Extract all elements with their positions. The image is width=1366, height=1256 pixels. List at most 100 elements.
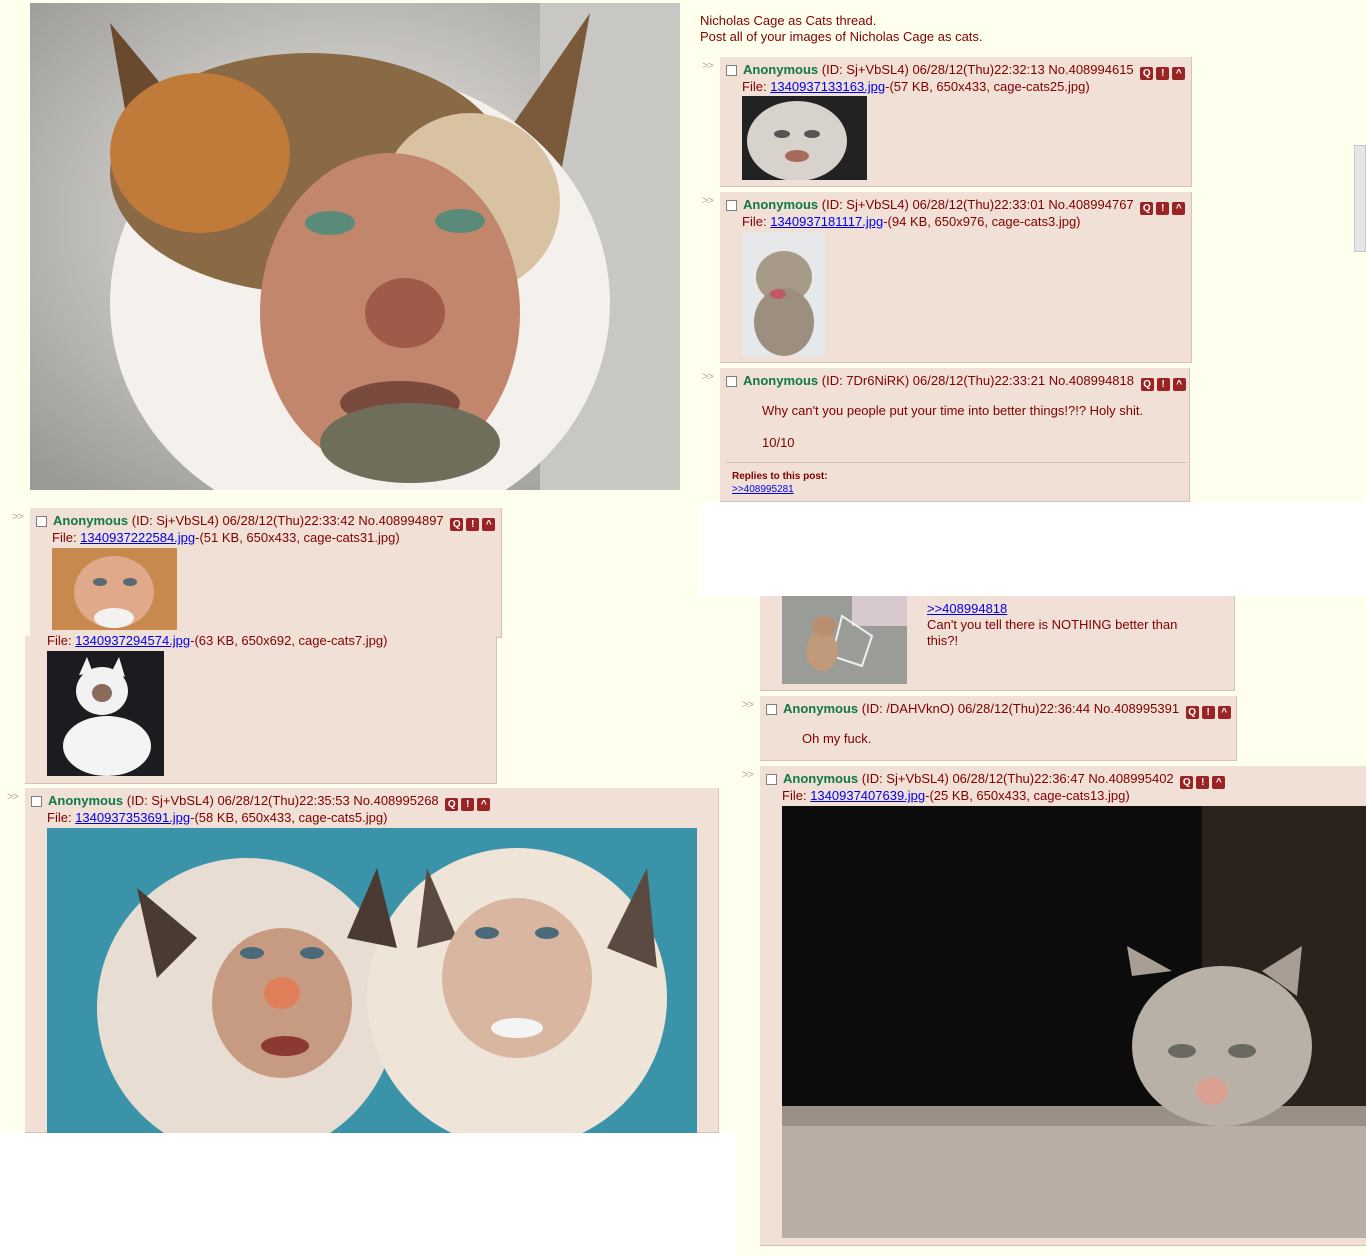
quote-icon[interactable]: Q <box>1140 378 1154 391</box>
expand-icon[interactable]: ^ <box>477 798 491 811</box>
report-icon[interactable]: ! <box>466 518 480 531</box>
post-number[interactable]: No.408994818 <box>1049 373 1134 388</box>
reply-arrows: >> <box>7 791 19 803</box>
quote-icon[interactable]: Q <box>1180 776 1194 789</box>
post-number[interactable]: No.408995391 <box>1094 701 1179 716</box>
post-number[interactable]: No.408995402 <box>1088 771 1173 786</box>
post-datetime: 06/28/12(Thu)22:36:47 <box>952 771 1085 786</box>
report-icon[interactable]: ! <box>1201 706 1215 719</box>
poster-name: Anonymous <box>743 197 819 212</box>
expand-icon[interactable]: ^ <box>1212 776 1226 789</box>
post-number[interactable]: No.408994767 <box>1048 197 1133 212</box>
reply-post: >>408994818 Can't you tell there is NOTH… <box>760 596 1235 691</box>
expand-icon[interactable]: ^ <box>1172 202 1186 215</box>
file-info: File: 1340937181117.jpg-(94 KB, 650x976,… <box>742 214 1081 229</box>
poster-id: (ID: /DAHVknO) <box>861 701 955 716</box>
reply-arrows: >> <box>12 511 24 523</box>
file-link[interactable]: 1340937222584.jpg <box>80 530 195 545</box>
post-thumbnail[interactable] <box>782 596 907 684</box>
reply-post: Anonymous (ID: Sj+VbSL4) 06/28/12(Thu)22… <box>30 508 502 638</box>
quote-icon[interactable]: Q <box>1140 202 1154 215</box>
post-datetime: 06/28/12(Thu)22:36:44 <box>957 701 1091 716</box>
file-link[interactable]: 1340937294574.jpg <box>75 633 190 648</box>
poster-id: (ID: 7Dr6NiRK) <box>821 373 910 388</box>
report-icon[interactable]: ! <box>1156 67 1170 80</box>
reply-post: Anonymous (ID: /DAHVknO) 06/28/12(Thu)22… <box>760 696 1237 761</box>
file-info: File: 1340937407639.jpg-(25 KB, 650x433,… <box>782 788 1130 803</box>
post-checkbox[interactable] <box>31 796 42 807</box>
file-info: File: 1340937294574.jpg-(63 KB, 650x692,… <box>47 633 387 648</box>
post-number[interactable]: No.408994615 <box>1048 62 1133 77</box>
thread-body: Post all of your images of Nicholas Cage… <box>700 29 983 44</box>
file-link[interactable]: 1340937133163.jpg <box>770 79 885 94</box>
reply-arrows: >> <box>702 195 714 207</box>
file-meta: -(51 KB, 650x433, cage-cats31.jpg) <box>195 530 400 545</box>
post-checkbox[interactable] <box>36 516 47 527</box>
post-thumbnail[interactable] <box>742 232 825 356</box>
reply-post: Anonymous (ID: 7Dr6NiRK) 06/28/12(Thu)22… <box>720 368 1190 502</box>
poster-name: Anonymous <box>783 771 859 786</box>
file-label: File: <box>47 810 72 825</box>
post-thumbnail[interactable] <box>52 548 177 630</box>
reply-post: Anonymous (ID: Sj+VbSL4) 06/28/12(Thu)22… <box>25 788 719 1133</box>
quote-icon[interactable]: Q <box>1140 67 1154 80</box>
quote-link[interactable]: >>408994818 <box>927 601 1007 616</box>
post-info: Anonymous (ID: /DAHVknO) 06/28/12(Thu)22… <box>766 701 1231 719</box>
reply-post: File: 1340937294574.jpg-(63 KB, 650x692,… <box>25 633 497 784</box>
thread-subject: Nicholas Cage as Cats thread. <box>700 13 877 28</box>
file-label: File: <box>47 633 72 648</box>
post-checkbox[interactable] <box>766 704 777 715</box>
post-datetime: 06/28/12(Thu)22:33:01 <box>912 197 1045 212</box>
post-thumbnail[interactable] <box>47 651 164 776</box>
post-number[interactable]: No.408995268 <box>353 793 438 808</box>
poster-id: (ID: Sj+VbSL4) <box>131 513 219 528</box>
report-icon[interactable]: ! <box>1156 378 1170 391</box>
report-icon[interactable]: ! <box>1156 202 1170 215</box>
file-link[interactable]: 1340937181117.jpg <box>770 214 883 229</box>
post-comment: Why can't you people put your time into … <box>762 403 1144 418</box>
op-image[interactable] <box>30 3 680 490</box>
post-checkbox[interactable] <box>726 65 737 76</box>
reply-post: Anonymous (ID: Sj+VbSL4) 06/28/12(Thu)22… <box>720 57 1192 187</box>
file-link[interactable]: 1340937353691.jpg <box>75 810 190 825</box>
post-info: Anonymous (ID: Sj+VbSL4) 06/28/12(Thu)22… <box>726 62 1186 80</box>
quote-icon[interactable]: Q <box>1185 706 1199 719</box>
post-thumbnail[interactable] <box>742 96 867 180</box>
expand-icon[interactable]: ^ <box>482 518 496 531</box>
blank-area <box>0 1133 736 1256</box>
file-meta: -(57 KB, 650x433, cage-cats25.jpg) <box>885 79 1090 94</box>
quote-icon[interactable]: Q <box>450 518 464 531</box>
file-label: File: <box>782 788 807 803</box>
post-datetime: 06/28/12(Thu)22:35:53 <box>217 793 350 808</box>
expand-icon[interactable]: ^ <box>1172 378 1186 391</box>
poster-name: Anonymous <box>743 62 819 77</box>
post-checkbox[interactable] <box>726 200 737 211</box>
poster-name: Anonymous <box>48 793 124 808</box>
quote-icon[interactable]: Q <box>445 798 459 811</box>
reply-backlink[interactable]: >>408995281 <box>732 484 794 495</box>
file-info: File: 1340937222584.jpg-(51 KB, 650x433,… <box>52 530 400 545</box>
reply-arrows: >> <box>702 371 714 383</box>
report-icon[interactable]: ! <box>461 798 475 811</box>
post-number[interactable]: No.408994897 <box>358 513 443 528</box>
post-info: Anonymous (ID: Sj+VbSL4) 06/28/12(Thu)22… <box>31 793 491 811</box>
file-info: File: 1340937133163.jpg-(57 KB, 650x433,… <box>742 79 1090 94</box>
scrollbar-thumb[interactable] <box>1354 145 1366 252</box>
poster-name: Anonymous <box>743 373 819 388</box>
file-info: File: 1340937353691.jpg-(58 KB, 650x433,… <box>47 810 387 825</box>
file-label: File: <box>52 530 77 545</box>
post-info: Anonymous (ID: Sj+VbSL4) 06/28/12(Thu)22… <box>36 513 496 531</box>
file-meta: -(58 KB, 650x433, cage-cats5.jpg) <box>190 810 388 825</box>
file-meta: -(25 KB, 650x433, cage-cats13.jpg) <box>925 788 1130 803</box>
report-icon[interactable]: ! <box>1196 776 1210 789</box>
expand-icon[interactable]: ^ <box>1217 706 1231 719</box>
post-image-expanded[interactable] <box>47 828 697 1133</box>
reply-arrows: >> <box>702 60 714 72</box>
post-checkbox[interactable] <box>766 774 777 785</box>
file-link[interactable]: 1340937407639.jpg <box>810 788 925 803</box>
post-checkbox[interactable] <box>726 376 737 387</box>
reply-post: Anonymous (ID: Sj+VbSL4) 06/28/12(Thu)22… <box>720 192 1192 363</box>
poster-id: (ID: Sj+VbSL4) <box>126 793 214 808</box>
post-image-expanded[interactable] <box>782 806 1366 1238</box>
expand-icon[interactable]: ^ <box>1172 67 1186 80</box>
